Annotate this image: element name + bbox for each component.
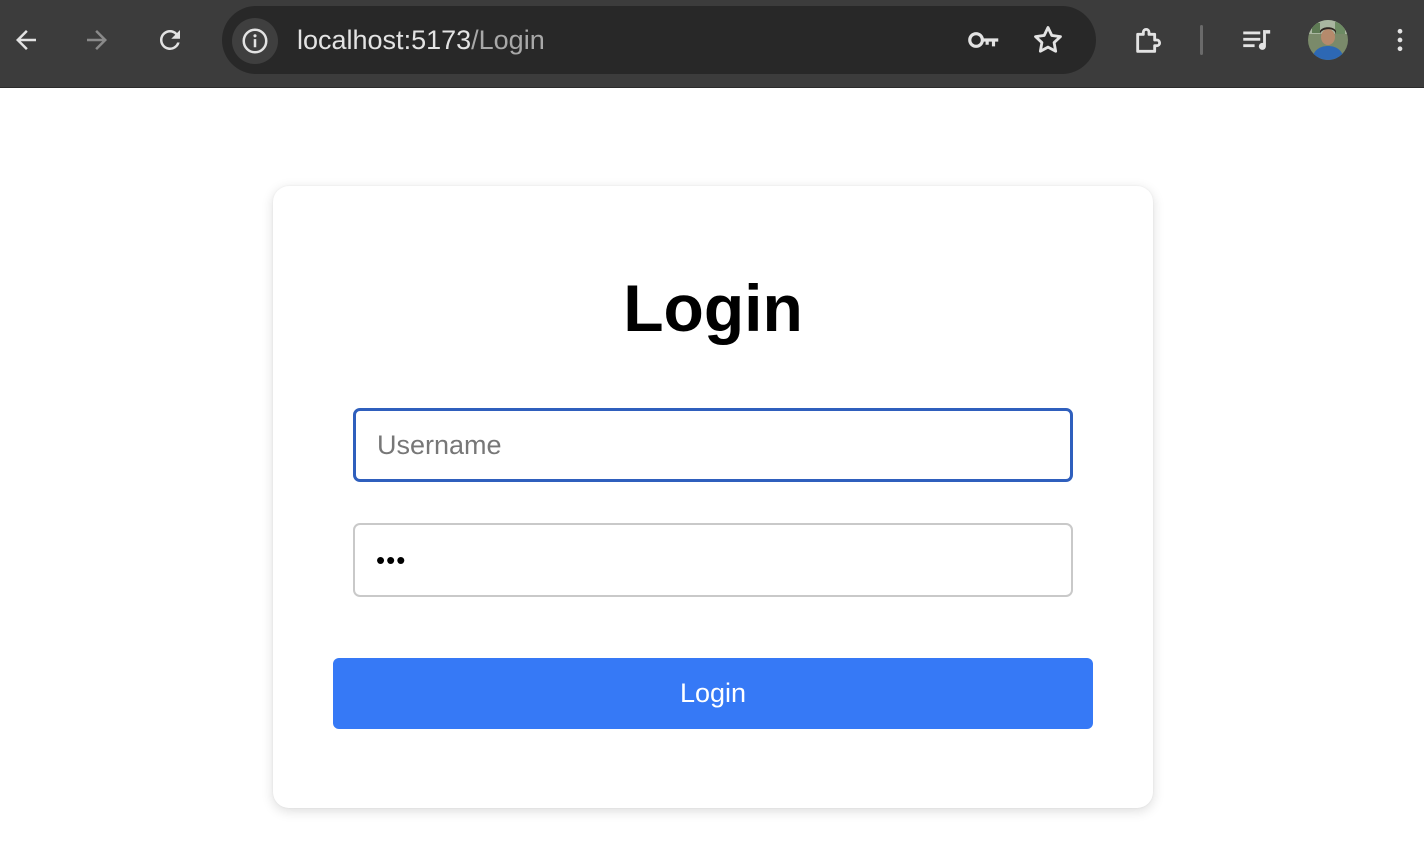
info-icon (242, 28, 268, 54)
password-manager-button[interactable] (964, 20, 1004, 60)
profile-avatar[interactable] (1308, 20, 1348, 60)
extensions-button[interactable] (1129, 20, 1169, 60)
back-button[interactable] (6, 20, 46, 60)
avatar-icon (1308, 20, 1348, 60)
playlist-icon (1243, 30, 1271, 50)
login-button[interactable]: Login (333, 658, 1093, 729)
url-path: /Login (471, 25, 545, 55)
key-icon (968, 32, 999, 48)
reload-icon (159, 29, 180, 50)
site-info-button[interactable] (232, 18, 278, 64)
password-input[interactable] (353, 523, 1073, 597)
reload-button[interactable] (150, 20, 190, 60)
page-title: Login (623, 271, 803, 345)
url-text[interactable]: localhost:5173/Login (297, 6, 545, 74)
puzzle-icon (1136, 28, 1161, 53)
address-bar[interactable]: localhost:5173/Login (222, 6, 1096, 74)
kebab-menu-icon (1397, 28, 1403, 52)
url-host: localhost:5173 (297, 25, 472, 55)
arrow-left-icon (16, 30, 36, 50)
browser-menu-button[interactable] (1380, 20, 1420, 60)
bookmark-button[interactable] (1028, 20, 1068, 60)
toolbar-divider (1200, 25, 1203, 55)
arrow-right-icon (87, 30, 107, 50)
browser-toolbar: localhost:5173/Login (0, 0, 1424, 88)
forward-button[interactable] (77, 20, 117, 60)
media-controls-button[interactable] (1236, 20, 1276, 60)
login-card: Login Login (273, 186, 1153, 808)
username-input[interactable] (353, 408, 1073, 482)
star-icon (1034, 26, 1062, 53)
